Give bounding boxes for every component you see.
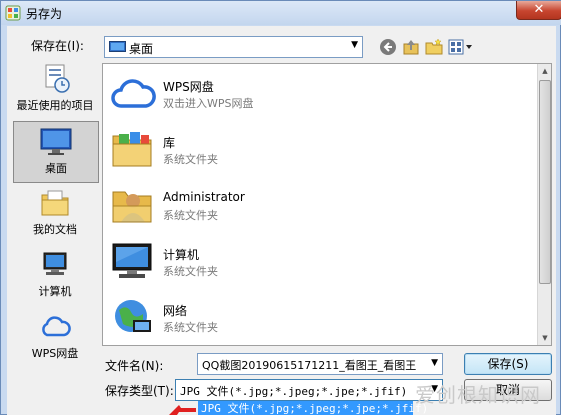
filename-label: 文件名(N):	[105, 359, 164, 373]
list-item[interactable]: Administrator 系统文件夹	[109, 178, 529, 234]
place-label: WPS网盘	[31, 347, 79, 360]
file-list[interactable]: WPS网盘 双击进入WPS网盘 库 系统文件夹 Administrator 系统…	[102, 63, 552, 346]
file-name: 网络	[163, 304, 188, 318]
place-recent-items[interactable]: 最近使用的项目	[11, 59, 99, 121]
scroll-down-icon[interactable]: ▼	[538, 331, 552, 345]
view-menu-icon[interactable]	[448, 38, 474, 56]
scroll-up-icon[interactable]: ▲	[538, 64, 552, 78]
file-name: 库	[163, 136, 176, 150]
place-label: 计算机	[38, 285, 72, 298]
filetype-label: 保存类型(T):	[105, 384, 174, 398]
new-folder-icon[interactable]	[425, 38, 443, 56]
file-desc: 双击进入WPS网盘	[163, 97, 254, 110]
save-button[interactable]: 保存(S)	[464, 353, 552, 375]
save-in-label: 保存在(I):	[31, 39, 84, 53]
recent-items-icon	[45, 64, 70, 93]
place-computer[interactable]: 计算机	[11, 245, 99, 307]
user-folder-icon	[112, 191, 152, 223]
place-label: 桌面	[45, 162, 67, 175]
place-label: 我的文档	[33, 223, 77, 236]
filetype-dropdown[interactable]: JPG 文件(*.jpg;*.jpeg;*.jpe;*.jfif) ▼	[175, 379, 443, 401]
library-icon	[112, 132, 152, 167]
filename-input[interactable]: QQ截图20190615171211_看图王_看图王 ▼	[197, 353, 443, 375]
title-bar[interactable]: 另存为 ✕	[1, 1, 561, 25]
chevron-down-icon[interactable]: ▼	[431, 358, 438, 368]
file-name: 计算机	[163, 248, 200, 262]
filetype-option-highlighted[interactable]: JPG 文件(*.jpg;*.jpeg;*.jpe;*.jfif)	[198, 401, 428, 415]
file-desc: 系统文件夹	[163, 153, 218, 166]
wps-cloud-icon	[42, 316, 71, 337]
scroll-thumb[interactable]	[539, 80, 551, 284]
vertical-scrollbar[interactable]: ▲ ▼	[537, 64, 551, 345]
documents-icon	[41, 190, 69, 216]
app-icon	[5, 5, 21, 21]
filename-value: QQ截图20190615171211_看图王_看图王	[202, 359, 417, 372]
watermark: 爱创根知识网	[415, 383, 541, 407]
list-item[interactable]: 计算机 系统文件夹	[109, 234, 529, 290]
save-in-value: 桌面	[129, 42, 154, 56]
computer-icon	[112, 243, 152, 278]
network-icon	[115, 300, 151, 332]
computer-icon	[43, 252, 67, 275]
window-title: 另存为	[26, 7, 63, 21]
place-label: 最近使用的项目	[16, 99, 94, 112]
file-desc: 系统文件夹	[163, 209, 218, 222]
close-button[interactable]: ✕	[516, 1, 561, 20]
filetype-value: JPG 文件(*.jpg;*.jpeg;*.jpe;*.jfif)	[180, 385, 408, 398]
save-in-dropdown[interactable]: 桌面 ▼	[104, 36, 363, 58]
file-desc: 系统文件夹	[163, 321, 218, 334]
file-name: WPS网盘	[163, 80, 214, 94]
list-item[interactable]: WPS网盘 双击进入WPS网盘	[109, 66, 529, 122]
desktop-icon	[109, 41, 126, 52]
list-item[interactable]: 网络 系统文件夹	[109, 290, 529, 345]
place-wps-cloud[interactable]: WPS网盘	[11, 307, 99, 369]
cloud-icon	[111, 79, 156, 108]
chevron-down-icon[interactable]: ▼	[351, 40, 358, 50]
places-bar: 最近使用的项目 桌面 我的文档 计算机 WPS网盘	[11, 59, 99, 389]
save-as-dialog: 另存为 ✕ 保存在(I): 桌面 ▼ 最近使用的项目 桌面 我的文档 计算机 W…	[0, 0, 561, 415]
file-desc: 系统文件夹	[163, 265, 218, 278]
back-icon[interactable]	[379, 38, 397, 56]
desktop-icon	[40, 128, 72, 155]
file-name: Administrator	[163, 190, 245, 204]
red-arrow-icon	[169, 405, 196, 415]
list-item[interactable]: 库 系统文件夹	[109, 122, 529, 178]
place-desktop[interactable]: 桌面	[13, 121, 99, 183]
place-my-documents[interactable]: 我的文档	[11, 183, 99, 245]
up-folder-icon[interactable]	[402, 38, 420, 56]
